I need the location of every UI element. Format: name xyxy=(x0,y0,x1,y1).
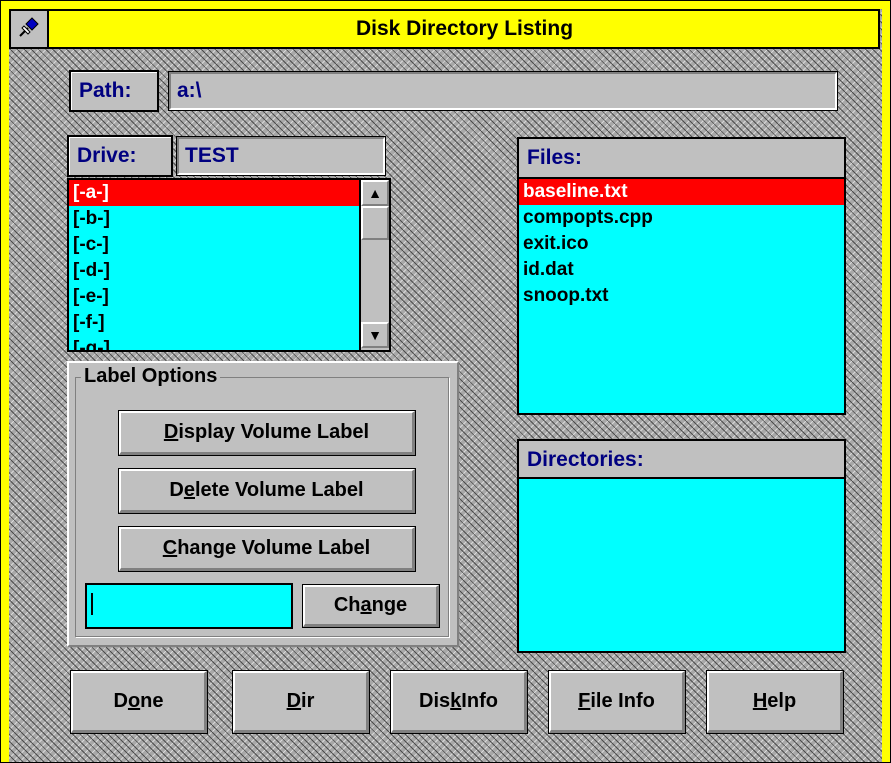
disk-info-mnemonic: k xyxy=(450,690,462,712)
scroll-thumb[interactable] xyxy=(361,206,389,240)
window-title: Disk Directory Listing xyxy=(355,17,574,40)
file-info-button[interactable]: File Info xyxy=(548,670,686,734)
drive-item[interactable]: [-a-] xyxy=(69,180,359,206)
change-volume-label-button[interactable]: Change Volume Label xyxy=(118,526,416,572)
drive-item[interactable]: [-g-] xyxy=(69,336,359,350)
change-label-text: hange Volume Label xyxy=(177,537,371,559)
frame-top-edge xyxy=(1,1,890,9)
dir-mnemonic: D xyxy=(286,690,302,712)
arrow-down-icon: ▼ xyxy=(368,327,382,343)
drive-label: Drive: xyxy=(67,135,173,177)
change-pre: Ch xyxy=(333,594,361,616)
display-label-text: isplay Volume Label xyxy=(178,421,370,443)
label-options-title: Label Options xyxy=(81,365,221,388)
help-rest: elp xyxy=(767,690,797,712)
drive-item[interactable]: [-e-] xyxy=(69,284,359,310)
file-item[interactable]: id.dat xyxy=(519,257,844,283)
scroll-up-button[interactable]: ▲ xyxy=(361,180,389,206)
change-mnemonic: a xyxy=(360,594,372,616)
delete-mnemonic: e xyxy=(183,479,195,501)
file-item[interactable]: baseline.txt xyxy=(519,179,844,205)
done-mnemonic: o xyxy=(127,690,141,712)
help-mnemonic: H xyxy=(752,690,768,712)
files-header: Files: xyxy=(517,137,846,179)
drive-item[interactable]: [-f-] xyxy=(69,310,359,336)
file-info-mnemonic: F xyxy=(578,690,591,712)
drive-listbox[interactable]: [-a-] [-b-] [-c-] [-d-] [-e-] [-f-] [-g-… xyxy=(67,178,391,352)
file-item[interactable]: snoop.txt xyxy=(519,283,844,309)
disk-info-pre: Dis xyxy=(419,690,451,712)
delete-label-pre: D xyxy=(169,479,184,501)
title-bar[interactable]: Disk Directory Listing xyxy=(9,9,880,49)
done-rest: ne xyxy=(140,690,164,712)
drive-item[interactable]: [-c-] xyxy=(69,232,359,258)
label-options-panel: Label Options Display Volume Label De let… xyxy=(67,361,459,647)
help-button[interactable]: Help xyxy=(706,670,844,734)
files-listbox[interactable]: baseline.txt compopts.cpp exit.ico id.da… xyxy=(517,177,846,415)
drive-scrollbar[interactable]: ▲ ▼ xyxy=(359,180,389,350)
dir-rest: ir xyxy=(301,690,315,712)
disk-info-button[interactable]: Dis k Info xyxy=(390,670,528,734)
path-field: a:\ xyxy=(168,71,838,111)
change-label-mnemonic: C xyxy=(162,537,178,559)
pushpin-icon xyxy=(16,14,42,45)
file-info-rest: ile Info xyxy=(590,690,655,712)
done-button[interactable]: Do ne xyxy=(70,670,208,734)
directories-header: Directories: xyxy=(517,439,846,481)
path-label: Path: xyxy=(69,70,159,112)
change-rest: nge xyxy=(371,594,408,616)
scroll-down-button[interactable]: ▼ xyxy=(361,322,389,348)
delete-label-text: lete Volume Label xyxy=(195,479,364,501)
drive-field: TEST xyxy=(176,136,386,176)
system-menu-button[interactable] xyxy=(11,11,49,47)
frame-right-edge xyxy=(882,1,890,762)
file-item[interactable]: exit.ico xyxy=(519,231,844,257)
drive-item[interactable]: [-b-] xyxy=(69,206,359,232)
frame-left-edge xyxy=(1,1,9,762)
drive-item[interactable]: [-d-] xyxy=(69,258,359,284)
done-pre: D xyxy=(113,690,128,712)
delete-volume-label-button[interactable]: De lete Volume Label xyxy=(118,468,416,514)
display-volume-label-button[interactable]: Display Volume Label xyxy=(118,410,416,456)
directories-listbox[interactable] xyxy=(517,477,846,653)
new-label-input[interactable] xyxy=(85,583,293,629)
dir-button[interactable]: Dir xyxy=(232,670,370,734)
display-mnemonic: D xyxy=(163,421,179,443)
change-button[interactable]: Ch a nge xyxy=(302,584,440,628)
disk-info-rest: Info xyxy=(461,690,498,712)
text-caret xyxy=(91,593,93,615)
file-item[interactable]: compopts.cpp xyxy=(519,205,844,231)
arrow-up-icon: ▲ xyxy=(368,185,382,201)
disk-directory-window: Disk Directory Listing Path: a:\ Drive: … xyxy=(0,0,891,763)
